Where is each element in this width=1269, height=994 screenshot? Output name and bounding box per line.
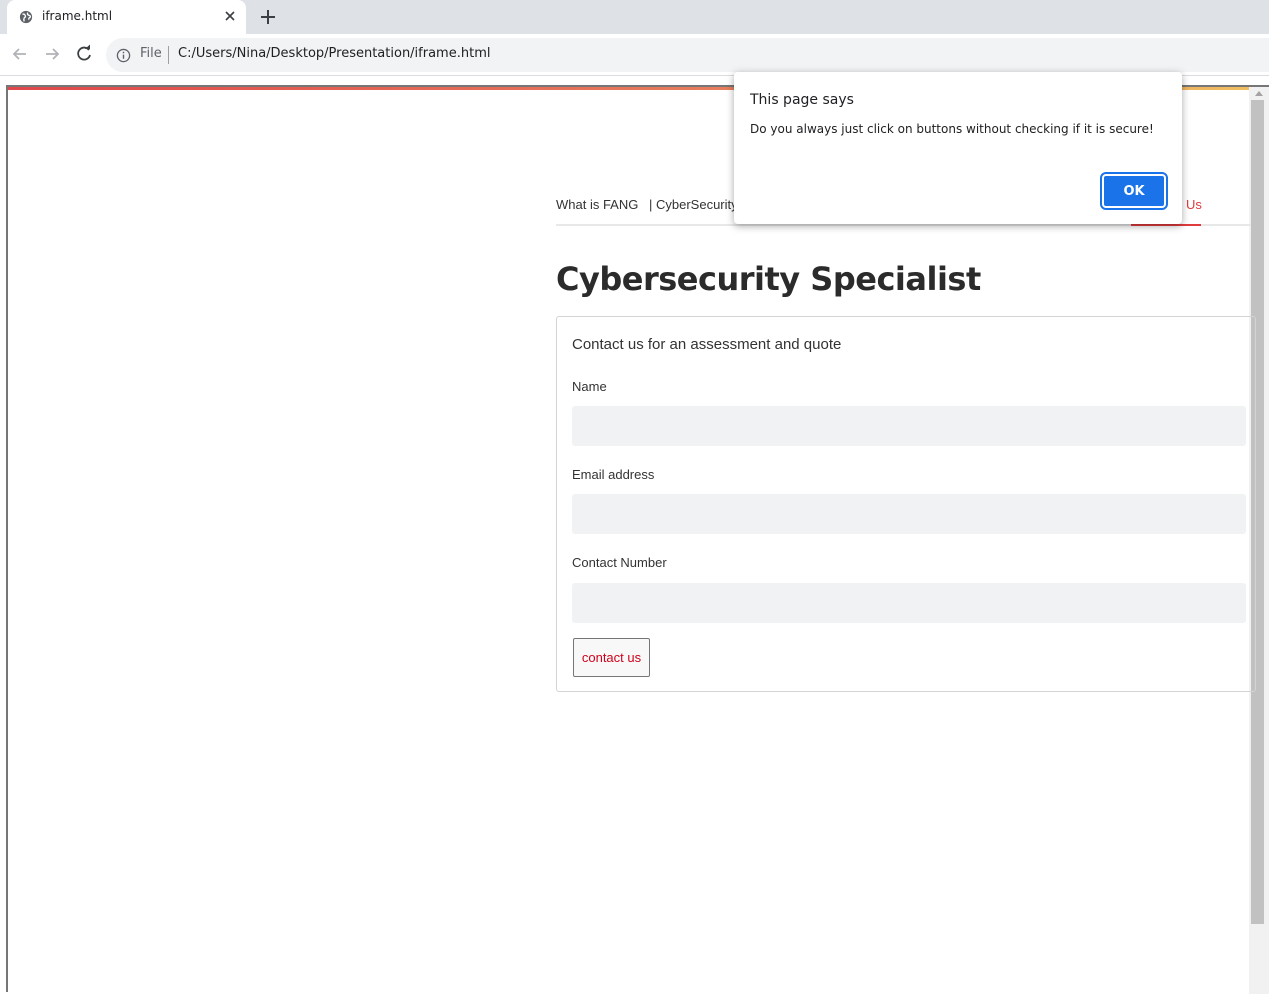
plus-icon[interactable] bbox=[259, 8, 277, 26]
back-arrow-icon[interactable] bbox=[10, 44, 30, 64]
form-title: Contact us for an assessment and quote bbox=[572, 336, 842, 353]
tab-strip: iframe.html bbox=[0, 0, 1269, 34]
forward-arrow-icon[interactable] bbox=[42, 44, 62, 64]
address-bar[interactable]: File C:/Users/Nina/Desktop/Presentation/… bbox=[106, 38, 1269, 72]
tab-title: iframe.html bbox=[42, 9, 113, 23]
globe-icon bbox=[19, 10, 33, 24]
nav-item-what-is-fang[interactable]: What is FANG bbox=[556, 197, 638, 212]
alert-dialog: This page says Do you always just click … bbox=[734, 72, 1182, 224]
contact-us-button[interactable]: contact us bbox=[573, 638, 650, 677]
nav-item-contact-us[interactable]: Us bbox=[1186, 197, 1202, 212]
url-text[interactable]: C:/Users/Nina/Desktop/Presentation/ifram… bbox=[178, 46, 490, 61]
ok-button[interactable]: OK bbox=[1100, 172, 1168, 210]
page-title: Cybersecurity Specialist bbox=[556, 260, 981, 298]
name-label: Name bbox=[572, 379, 607, 394]
name-field[interactable] bbox=[572, 406, 1246, 446]
scroll-up-arrow-icon[interactable] bbox=[1255, 91, 1263, 96]
contact-number-label: Contact Number bbox=[572, 555, 667, 570]
contact-number-field[interactable] bbox=[572, 583, 1246, 623]
reload-icon[interactable] bbox=[74, 44, 94, 64]
email-label: Email address bbox=[572, 467, 655, 482]
scheme-label: File bbox=[140, 46, 162, 61]
nav-item-cybersecurity[interactable]: | CyberSecurity bbox=[649, 197, 738, 212]
dialog-title: This page says bbox=[750, 92, 854, 108]
divider bbox=[168, 46, 169, 64]
nav-active-indicator bbox=[1131, 224, 1201, 226]
dialog-message: Do you always just click on buttons with… bbox=[750, 122, 1154, 136]
browser-toolbar: File C:/Users/Nina/Desktop/Presentation/… bbox=[0, 34, 1269, 76]
contact-form-card: Contact us for an assessment and quote N… bbox=[556, 316, 1256, 692]
info-icon[interactable] bbox=[116, 48, 131, 63]
tab-iframe[interactable]: iframe.html bbox=[7, 0, 246, 34]
email-field[interactable] bbox=[572, 494, 1246, 534]
close-icon[interactable] bbox=[223, 9, 237, 23]
